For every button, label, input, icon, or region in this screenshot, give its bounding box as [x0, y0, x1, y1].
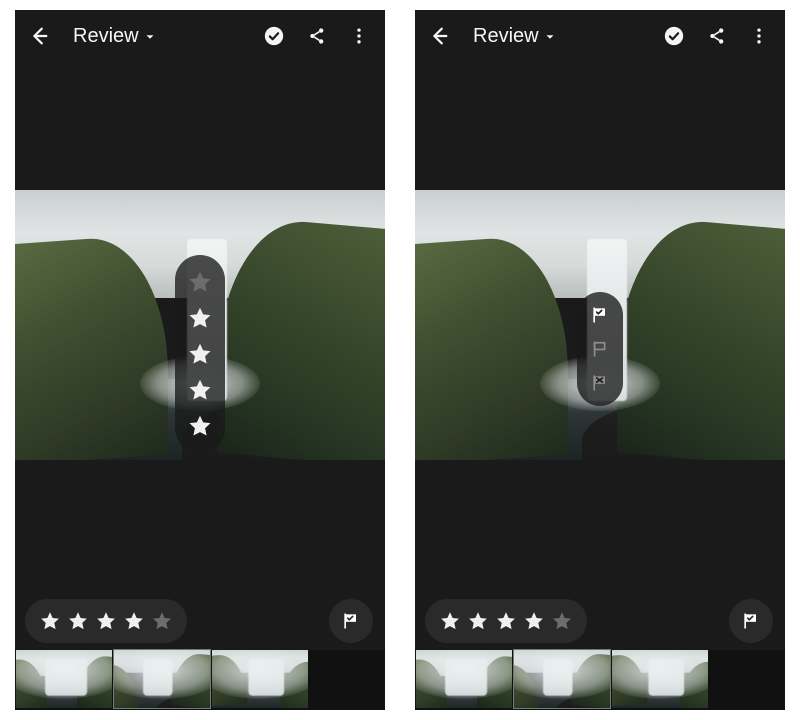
rate-overlay	[175, 255, 225, 453]
flag-option-pick[interactable]	[589, 304, 611, 326]
star-icon	[495, 610, 517, 632]
flag-overlay	[577, 292, 623, 406]
flag-pick-icon	[341, 611, 361, 631]
share-button[interactable]	[307, 26, 327, 46]
star-icon	[67, 610, 89, 632]
star-icon	[123, 610, 145, 632]
star-icon	[39, 610, 61, 632]
flag-option-reject[interactable]	[589, 372, 611, 394]
back-button[interactable]	[425, 25, 453, 47]
more-vert-icon	[749, 26, 769, 46]
rating-pill[interactable]	[25, 599, 187, 643]
filmstrip-thumb[interactable]	[514, 650, 610, 708]
filmstrip-thumb[interactable]	[416, 650, 512, 708]
overflow-button[interactable]	[749, 26, 769, 46]
top-bar: Review	[15, 10, 385, 62]
share-button[interactable]	[707, 26, 727, 46]
check-circle-icon	[663, 25, 685, 47]
more-vert-icon	[349, 26, 369, 46]
share-icon	[707, 26, 727, 46]
back-button[interactable]	[25, 25, 53, 47]
overflow-button[interactable]	[349, 26, 369, 46]
flag-option-unflagged[interactable]	[589, 338, 611, 360]
share-icon	[307, 26, 327, 46]
filmstrip-thumb[interactable]	[212, 650, 308, 708]
flag-pick-icon	[741, 611, 761, 631]
filmstrip-thumb[interactable]	[114, 650, 210, 708]
caret-down-icon	[143, 30, 157, 44]
screen-left: Review	[15, 10, 385, 710]
rate-star-1[interactable]	[187, 413, 213, 439]
star-icon	[551, 610, 573, 632]
flag-pick-icon	[590, 305, 610, 325]
flag-button[interactable]	[729, 599, 773, 643]
arrow-left-icon	[28, 25, 50, 47]
mode-title: Review	[73, 25, 139, 48]
filmstrip-thumb[interactable]	[612, 650, 708, 708]
select-button[interactable]	[263, 25, 285, 47]
check-circle-icon	[263, 25, 285, 47]
arrow-left-icon	[428, 25, 450, 47]
mode-dropdown[interactable]: Review	[473, 25, 557, 48]
flag-reject-icon	[590, 373, 610, 393]
screen-right: Review	[415, 10, 785, 710]
top-bar: Review	[415, 10, 785, 62]
star-icon	[467, 610, 489, 632]
caret-down-icon	[543, 30, 557, 44]
star-icon	[523, 610, 545, 632]
star-icon	[439, 610, 461, 632]
filmstrip-thumb[interactable]	[16, 650, 112, 708]
rate-star-5[interactable]	[187, 269, 213, 295]
flag-button[interactable]	[329, 599, 373, 643]
mode-dropdown[interactable]: Review	[73, 25, 157, 48]
rate-star-4[interactable]	[187, 305, 213, 331]
filmstrip[interactable]	[415, 650, 785, 710]
select-button[interactable]	[663, 25, 685, 47]
rating-pill[interactable]	[425, 599, 587, 643]
filmstrip[interactable]	[15, 650, 385, 710]
rate-star-3[interactable]	[187, 341, 213, 367]
star-icon	[151, 610, 173, 632]
mode-title: Review	[473, 25, 539, 48]
rate-star-2[interactable]	[187, 377, 213, 403]
flag-outline-icon	[590, 339, 610, 359]
star-icon	[95, 610, 117, 632]
